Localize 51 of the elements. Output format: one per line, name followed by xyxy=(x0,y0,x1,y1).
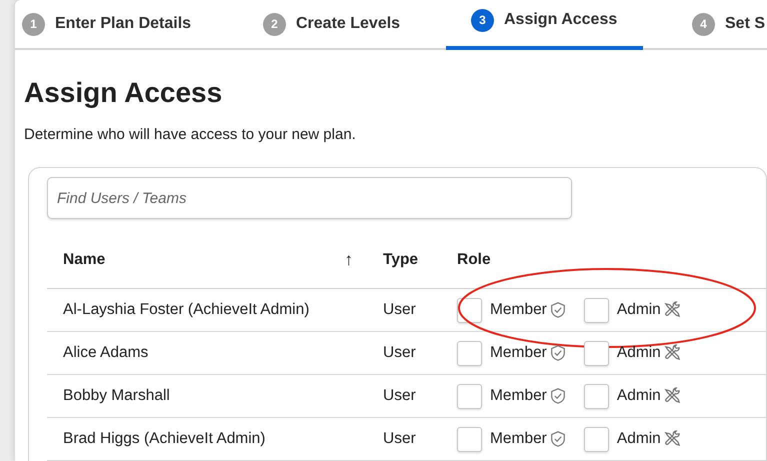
step-label: Create Levels xyxy=(296,14,400,34)
step-number: 1 xyxy=(22,12,45,36)
user-name: Brad Higgs (AchieveIt Admin) xyxy=(63,429,266,450)
user-name: Al-Layshia Foster (AchieveIt Admin) xyxy=(63,300,310,320)
role-label: Admin xyxy=(616,386,661,406)
role-label: Member xyxy=(490,300,547,320)
step-label: Set S xyxy=(725,14,766,34)
column-header: Type xyxy=(383,250,418,268)
step-tab[interactable]: 4 Set S xyxy=(643,0,767,50)
shield-icon xyxy=(548,344,567,362)
checkbox[interactable] xyxy=(457,340,482,366)
role-label: Member xyxy=(490,386,547,406)
checkbox[interactable] xyxy=(584,340,609,366)
checkbox[interactable] xyxy=(457,384,482,409)
step-number: 4 xyxy=(692,12,715,36)
step-label: Assign Access xyxy=(504,10,618,30)
step-tab[interactable]: 3 Assign Access xyxy=(446,0,643,50)
sort-icon[interactable]: ↑ xyxy=(344,246,353,272)
tools-icon xyxy=(662,430,682,449)
checkbox[interactable] xyxy=(457,298,482,323)
column-header: Role xyxy=(457,250,491,268)
user-type: User xyxy=(383,344,416,362)
user-type: User xyxy=(383,387,416,404)
step-tab[interactable]: 1 Enter Plan Details xyxy=(15,0,246,50)
tools-icon xyxy=(662,344,682,363)
step-number: 2 xyxy=(263,12,286,36)
role-label: Member xyxy=(490,429,547,450)
page-title: Assign Access xyxy=(24,76,224,110)
step-tab[interactable]: 2 Create Levels xyxy=(246,0,446,50)
user-type: User xyxy=(383,301,416,318)
role-label: Admin xyxy=(616,429,661,450)
page-description: Determine who will have access to your new plan. xyxy=(24,124,357,145)
checkbox[interactable] xyxy=(584,426,609,452)
checkbox[interactable] xyxy=(584,384,609,409)
tools-icon xyxy=(662,386,682,406)
column-header[interactable]: Name xyxy=(63,248,106,272)
step-number: 3 xyxy=(471,8,494,32)
role-label: Admin xyxy=(616,300,661,320)
user-name: Bobby Marshall xyxy=(63,386,170,406)
user-name: Alice Adams xyxy=(63,343,148,364)
search-field[interactable]: Find Users / Teams xyxy=(47,177,572,220)
shield-icon xyxy=(548,430,567,448)
role-label: Admin xyxy=(616,343,661,364)
shield-icon xyxy=(548,301,567,320)
checkbox[interactable] xyxy=(457,426,482,452)
user-type: User xyxy=(383,430,416,448)
checkbox[interactable] xyxy=(584,298,609,323)
step-label: Enter Plan Details xyxy=(55,14,192,34)
tools-icon xyxy=(662,300,682,320)
shield-icon xyxy=(548,387,567,406)
role-label: Member xyxy=(490,343,547,364)
